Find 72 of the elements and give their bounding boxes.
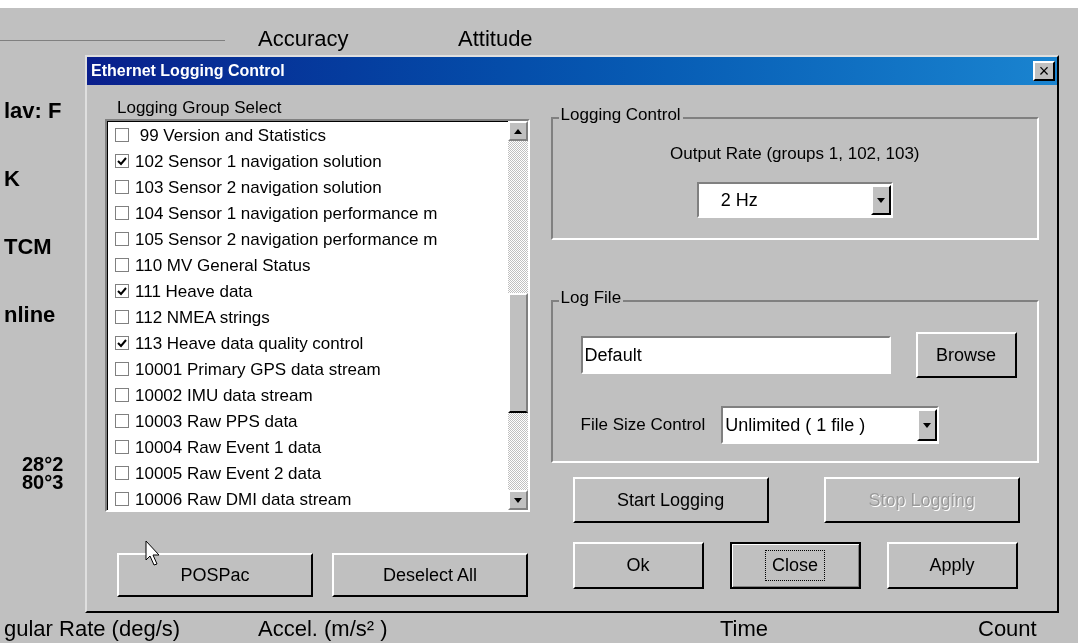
window-title: Ethernet Logging Control: [90, 61, 285, 81]
column-header: Count: [978, 618, 1037, 640]
up-arrow-icon: [513, 128, 522, 134]
file-name-field[interactable]: Default: [580, 336, 891, 374]
dropdown-value: Unlimited ( 1 file ): [724, 413, 867, 437]
mouse-pointer-icon: [145, 540, 161, 566]
status-label: K: [4, 168, 20, 190]
group-label: Attitude: [458, 28, 533, 50]
scrollbar[interactable]: [507, 121, 528, 510]
caret-icon: [923, 422, 932, 428]
list-item-label: 103 Sensor 2 navigation solution: [135, 178, 382, 196]
list-item-label: 99 Version and Statistics: [138, 126, 326, 144]
list-item-label: 10003 Raw PPS data: [135, 412, 298, 430]
checkbox[interactable]: [115, 258, 129, 272]
group-label: Log File: [558, 289, 624, 306]
button[interactable]: Apply: [886, 542, 1018, 589]
checkbox[interactable]: [115, 180, 129, 194]
dropdown[interactable]: Unlimited ( 1 file ): [721, 406, 940, 444]
status-label: TCM: [4, 236, 52, 258]
field-label: Output Rate (groups 1, 102, 103): [670, 145, 920, 162]
browse-button[interactable]: Browse: [915, 332, 1017, 378]
group-label: Logging Control: [558, 106, 683, 123]
button[interactable]: Start Logging: [572, 477, 769, 523]
checkbox[interactable]: [115, 310, 129, 324]
group-label: Accuracy: [258, 28, 349, 50]
checkbox[interactable]: [115, 492, 129, 506]
dropdown[interactable]: 2 Hz: [696, 182, 893, 218]
list-item-label: 110 MV General Status: [135, 256, 311, 274]
dropdown-arrow-button[interactable]: [917, 409, 938, 441]
status-label: 28°2: [22, 454, 64, 474]
scroll-thumb[interactable]: [507, 293, 528, 413]
checkbox[interactable]: [115, 206, 129, 220]
button[interactable]: Ok: [572, 542, 704, 589]
list-item-label: 10005 Raw Event 2 data: [135, 464, 322, 482]
checkbox[interactable]: [115, 336, 129, 350]
checkbox[interactable]: [115, 154, 129, 168]
status-label: nline: [4, 304, 56, 326]
checkbox[interactable]: [115, 388, 129, 402]
scroll-down-button[interactable]: [507, 490, 528, 510]
list-item-label: 105 Sensor 2 navigation performance m: [135, 230, 438, 248]
list-item-label: 113 Heave data quality control: [135, 334, 364, 352]
checkbox[interactable]: [115, 440, 129, 454]
down-arrow-icon: [513, 497, 522, 503]
status-label: lav: F: [4, 100, 62, 122]
list-item-label: 102 Sensor 1 navigation solution: [135, 152, 382, 170]
button[interactable]: POSPac: [117, 553, 313, 597]
list-item-label: 10004 Raw Event 1 data: [135, 438, 322, 456]
button[interactable]: Deselect All: [332, 553, 528, 597]
column-header: Accel. (m/s² ): [258, 618, 388, 640]
checkbox[interactable]: [115, 284, 129, 298]
checkbox[interactable]: [115, 414, 129, 428]
caret-icon: [876, 197, 885, 203]
checkbox[interactable]: [115, 232, 129, 246]
status-label: 80°3: [22, 472, 64, 492]
list-item-label: 10002 IMU data stream: [135, 386, 313, 404]
dropdown-arrow-button[interactable]: [870, 185, 891, 215]
scroll-up-button[interactable]: [507, 121, 528, 141]
column-header: Time: [720, 618, 769, 640]
list-item-label: 104 Sensor 1 navigation performance m: [135, 204, 438, 222]
checkbox[interactable]: [115, 362, 129, 376]
dropdown-value: 2 Hz: [719, 188, 759, 212]
close-button[interactable]: ×: [1033, 61, 1055, 81]
list-item-label: 10001 Primary GPS data stream: [135, 360, 381, 378]
column-header: gular Rate (deg/s): [4, 618, 181, 640]
list-item-label: 112 NMEA strings: [135, 308, 270, 326]
checkbox[interactable]: [115, 466, 129, 480]
group-label: Logging Group Select: [116, 99, 283, 119]
list-item-label: 10006 Raw DMI data stream: [135, 490, 352, 508]
list-item-label: 111 Heave data: [135, 282, 253, 300]
field-label: File Size Control: [580, 414, 706, 437]
checkbox[interactable]: [115, 128, 129, 142]
button[interactable]: Close: [729, 542, 861, 589]
